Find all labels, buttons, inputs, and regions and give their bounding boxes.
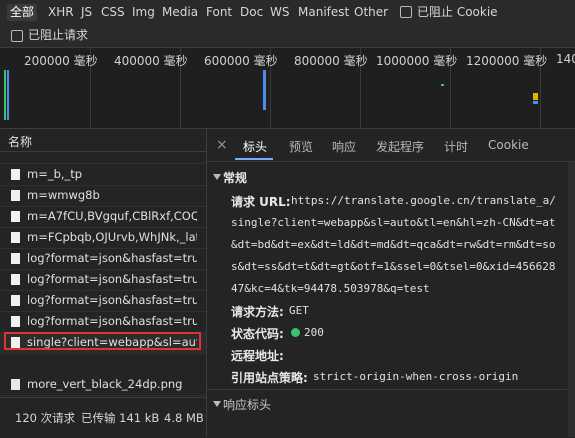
list-item[interactable]: log?format=json&hasfast=true	[0, 248, 206, 270]
status-bar: 120 次请求 已传输 141 kB 4.8 MB 资	[0, 397, 206, 438]
collapse-triangle-icon[interactable]	[213, 174, 221, 180]
list-item[interactable]: m=A7fCU,BVgquf,CBlRxf,COQbmf	[0, 206, 206, 228]
request-name: more_vert_black_24dp.png	[27, 377, 183, 391]
request-url-value: &dt=bd&dt=ex&dt=ld&dt=md&dt=qca&dt=rw&dt…	[231, 238, 556, 251]
filter-img[interactable]: Img	[132, 4, 155, 21]
filter-ws[interactable]: WS	[270, 4, 289, 21]
remote-address-label: 远程地址:	[231, 349, 284, 363]
file-icon	[11, 232, 20, 243]
list-item[interactable]: m=wmwg8b	[0, 185, 206, 207]
filter-row-2: 已阻止请求	[0, 25, 575, 48]
request-name: m=wmwg8b	[27, 188, 100, 202]
status-ok-icon	[291, 328, 300, 337]
tick-label: 1200000 毫秒	[466, 54, 548, 68]
list-item[interactable]: m=_b,_tp	[0, 164, 206, 186]
list-item[interactable]: more_vert_black_24dp.png	[0, 374, 206, 396]
general-section-title[interactable]: 常规	[223, 169, 247, 186]
timeline-overview[interactable]: 200000 毫秒 400000 毫秒 600000 毫秒 800000 毫秒 …	[0, 48, 575, 129]
activity-mark	[4, 70, 6, 120]
request-url-value: single?client=webapp&sl=auto&tl=en&hl=zh…	[231, 216, 556, 229]
filter-bar: 全部 XHR JS CSS Img Media Font Doc WS Mani…	[0, 0, 575, 25]
filter-font[interactable]: Font	[206, 4, 232, 21]
resources-size: 4.8 MB 资	[164, 411, 206, 425]
request-url-label: 请求 URL:	[231, 195, 291, 209]
activity-mark	[263, 70, 266, 110]
tab-cookies[interactable]: Cookie	[488, 138, 529, 152]
file-icon	[11, 190, 20, 201]
list-item[interactable]	[0, 151, 206, 164]
referrer-policy-value: strict-origin-when-cross-origin	[313, 370, 519, 383]
request-url-value: 47&kc=4&tk=94478.503978&q=test	[231, 282, 430, 295]
filter-js[interactable]: JS	[81, 4, 92, 21]
image-file-icon	[11, 379, 20, 390]
name-column-label: 名称	[8, 135, 33, 149]
tab-preview[interactable]: 预览	[289, 138, 313, 155]
collapse-triangle-icon[interactable]	[213, 401, 221, 407]
filter-all[interactable]: 全部	[7, 4, 38, 21]
request-name: log?format=json&hasfast=true	[27, 314, 197, 328]
tick-label: 800000 毫秒	[294, 54, 368, 68]
request-list-panel: 名称 m=_b,_tp m=wmwg8b m=A7fCU,BVgquf,CBlR…	[0, 129, 207, 438]
filter-doc[interactable]: Doc	[240, 4, 263, 21]
tab-timing[interactable]: 计时	[444, 138, 468, 155]
status-code-label: 状态代码:	[231, 327, 284, 341]
request-detail-panel: × 标头 预览 响应 发起程序 计时 Cookie 常规 请求 URL: htt…	[207, 129, 575, 437]
activity-mark	[7, 70, 9, 120]
tab-response[interactable]: 响应	[332, 138, 356, 155]
active-tab-indicator	[235, 158, 273, 160]
transferred-size: 已传输 141 kB	[81, 411, 160, 425]
request-name: log?format=json&hasfast=true	[27, 251, 197, 265]
close-icon[interactable]: ×	[216, 137, 228, 153]
tick-label: 200000 毫秒	[24, 54, 98, 68]
section-divider	[207, 389, 567, 390]
request-name: m=A7fCU,BVgquf,CBlRxf,COQbmf	[27, 209, 197, 223]
file-icon	[11, 316, 20, 327]
blocked-cookies-checkbox[interactable]	[400, 6, 412, 18]
tab-headers[interactable]: 标头	[243, 138, 267, 155]
file-icon	[11, 295, 20, 306]
request-method-label: 请求方法:	[231, 305, 284, 319]
file-icon	[11, 169, 20, 180]
request-name: m=_b,_tp	[27, 167, 83, 181]
selection-highlight	[4, 332, 201, 350]
filter-manifest[interactable]: Manifest	[298, 4, 349, 21]
tick-label: 600000 毫秒	[204, 54, 278, 68]
tab-initiator[interactable]: 发起程序	[376, 138, 424, 155]
response-headers-title[interactable]: 响应标头	[223, 396, 271, 413]
list-item[interactable]: log?format=json&hasfast=true	[0, 290, 206, 312]
list-item[interactable]: log?format=json&hasfast=true	[0, 269, 206, 291]
filter-css[interactable]: CSS	[101, 4, 125, 21]
request-name: log?format=json&hasfast=true	[27, 293, 197, 307]
request-count: 120 次请求	[15, 411, 76, 425]
blocked-cookies-label: 已阻止 Cookie	[417, 5, 498, 19]
filter-xhr[interactable]: XHR	[48, 4, 74, 21]
activity-mark	[533, 101, 538, 104]
referrer-policy-label: 引用站点策略:	[231, 371, 308, 385]
tick-label: 140	[556, 52, 575, 66]
file-icon	[11, 274, 20, 285]
file-icon	[11, 211, 20, 222]
file-icon	[11, 253, 20, 264]
request-url-value: s&dt=ss&dt=t&dt=gt&otf=1&ssel=0&tsel=0&x…	[231, 260, 556, 273]
list-item[interactable]: log?format=json&hasfast=true	[0, 311, 206, 333]
detail-tabs: × 标头 预览 响应 发起程序 计时 Cookie	[207, 129, 575, 162]
tick-label: 1000000 毫秒	[376, 54, 458, 68]
request-name: log?format=json&hasfast=true	[27, 272, 197, 286]
list-item[interactable]: m=FCpbqb,OJUrvb,WhJNk,_latency	[0, 227, 206, 249]
blocked-requests-label: 已阻止请求	[28, 28, 89, 42]
tick-label: 400000 毫秒	[114, 54, 188, 68]
activity-mark	[441, 84, 444, 86]
scrollbar[interactable]	[568, 162, 575, 437]
request-url-value: https://translate.google.cn/translate_a/	[291, 194, 556, 207]
activity-mark	[533, 93, 538, 100]
filter-media[interactable]: Media	[162, 4, 198, 21]
blocked-requests-checkbox[interactable]	[11, 30, 23, 42]
name-column-header[interactable]: 名称	[0, 129, 206, 152]
status-code-value: 200	[304, 326, 324, 339]
request-name: m=FCpbqb,OJUrvb,WhJNk,_latency	[27, 230, 197, 244]
filter-other[interactable]: Other	[354, 4, 388, 21]
request-method-value: GET	[289, 304, 309, 317]
